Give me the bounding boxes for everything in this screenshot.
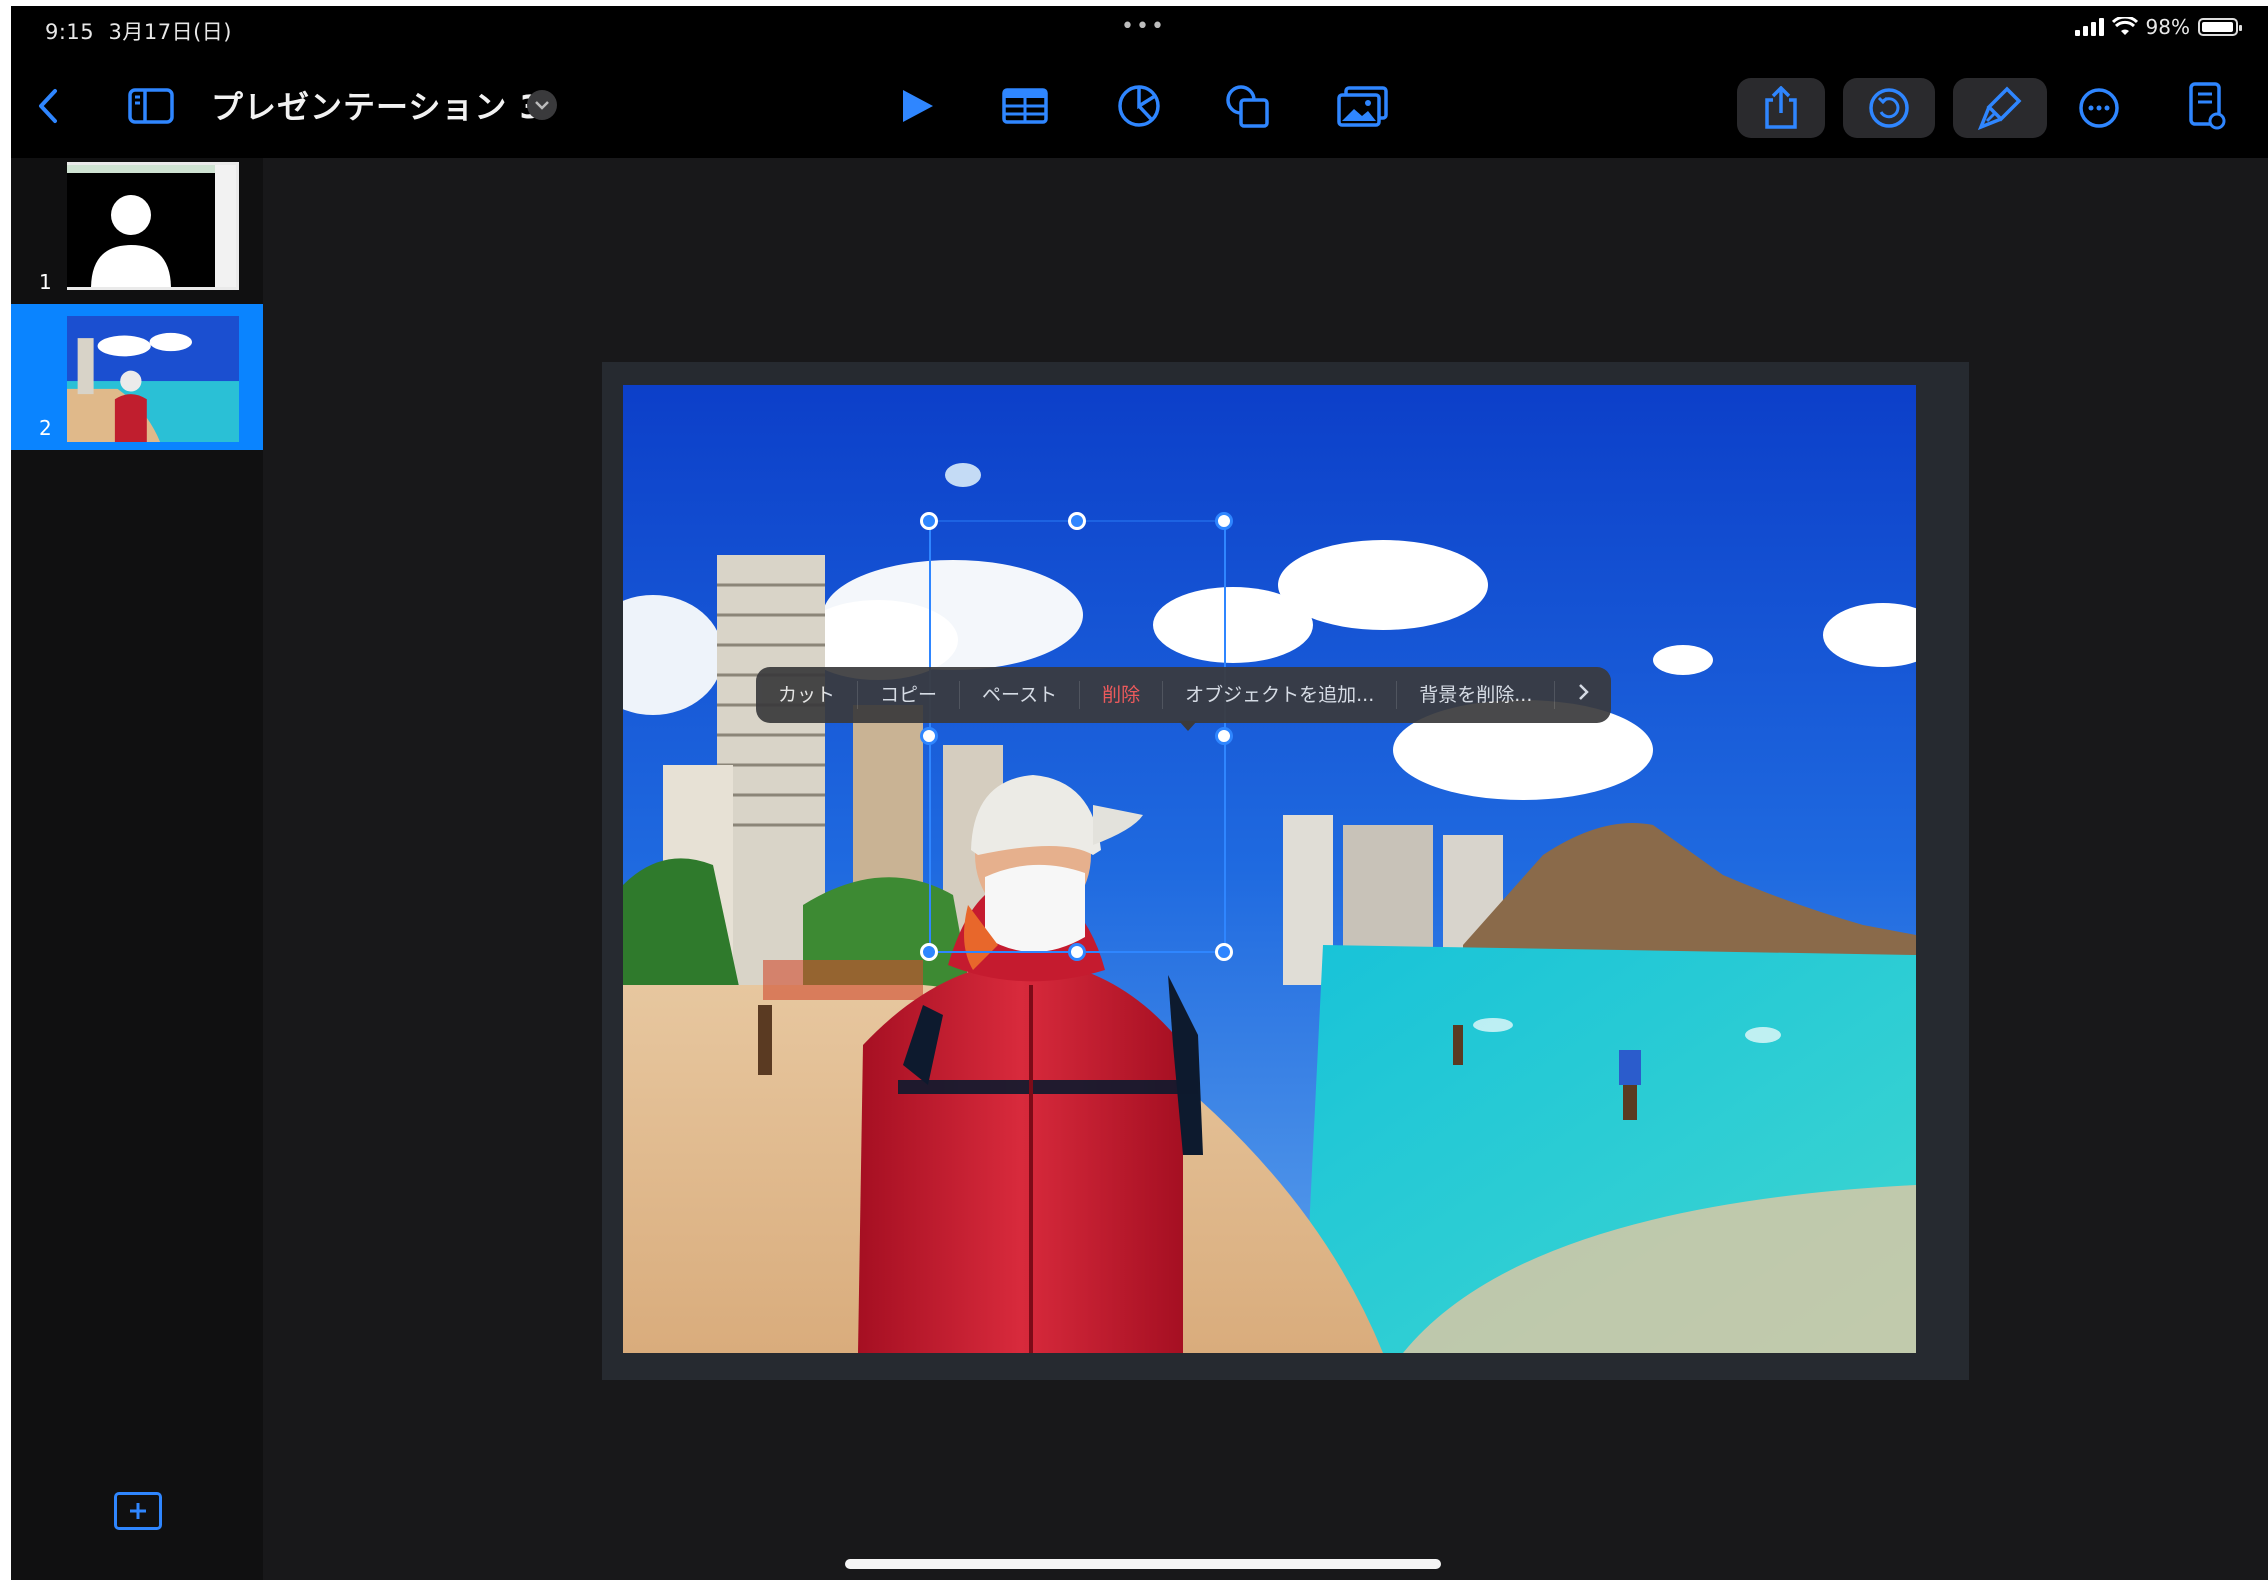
battery-icon	[2198, 18, 2242, 36]
slide-number: 1	[39, 270, 52, 294]
resize-handle-top-right[interactable]	[1215, 512, 1233, 530]
ipad-screen: 9:15 3月17日(日) ••• 98% プレゼンテーション 3 1 2 カッ…	[11, 6, 2268, 1580]
battery-percent: 98%	[2145, 15, 2190, 39]
menu-item-delete[interactable]: 削除	[1080, 681, 1164, 709]
menu-item-paste[interactable]: ペースト	[960, 681, 1081, 709]
document-title[interactable]: プレゼンテーション 3	[211, 82, 543, 128]
status-time: 9:15 3月17日(日)	[45, 16, 232, 46]
slide-1-preview	[67, 162, 239, 290]
time-text: 9:15	[45, 20, 95, 44]
play-icon[interactable]	[895, 84, 939, 128]
resize-handle-top-left[interactable]	[920, 512, 938, 530]
slide[interactable]	[602, 362, 1969, 1380]
chevron-right-icon[interactable]	[1555, 681, 1611, 709]
sidebar-icon[interactable]	[125, 84, 177, 128]
photo-illustration	[623, 385, 1916, 1353]
context-menu-pointer	[1179, 721, 1197, 731]
title-chevron-down-icon[interactable]	[527, 90, 557, 120]
slide-thumbnail-2[interactable]: 2	[11, 304, 263, 450]
wifi-icon	[2111, 17, 2138, 35]
slide-canvas[interactable]	[263, 158, 2268, 1580]
cellular-signal-icon	[2074, 18, 2104, 36]
context-menu: カット コピー ペースト 削除 オブジェクトを追加... 背景を削除...	[756, 667, 1611, 723]
add-slide-icon[interactable]	[114, 1492, 162, 1530]
beach-photo[interactable]	[623, 385, 1916, 1353]
resize-handle-bottom-right[interactable]	[1215, 943, 1233, 961]
status-bar: 9:15 3月17日(日) ••• 98%	[11, 6, 2268, 54]
shape-icon[interactable]	[1223, 82, 1275, 130]
slide-2-preview	[67, 316, 239, 442]
slide-navigator: 1 2	[11, 158, 264, 1580]
chart-icon[interactable]	[1115, 82, 1163, 130]
person-placeholder-icon	[91, 195, 171, 287]
resize-handle-bottom[interactable]	[1068, 943, 1086, 961]
menu-item-add-object[interactable]: オブジェクトを追加...	[1163, 681, 1398, 709]
table-icon[interactable]	[999, 84, 1051, 128]
slide-number: 2	[39, 416, 52, 440]
more-icon[interactable]	[2075, 84, 2123, 132]
media-icon[interactable]	[1335, 84, 1391, 128]
date-text: 3月17日(日)	[108, 20, 232, 44]
resize-handle-right[interactable]	[1215, 727, 1233, 745]
share-icon[interactable]	[1737, 78, 1825, 138]
resize-handle-left[interactable]	[920, 727, 938, 745]
status-indicators: 98%	[2074, 15, 2242, 39]
format-brush-icon[interactable]	[1953, 78, 2047, 138]
slide-thumbnail-1[interactable]: 1	[11, 158, 263, 304]
toolbar: プレゼンテーション 3	[11, 54, 2268, 158]
resize-handle-top[interactable]	[1068, 512, 1086, 530]
multitask-dots[interactable]: •••	[1121, 14, 1166, 39]
menu-item-remove-background[interactable]: 背景を削除...	[1397, 681, 1556, 709]
document-icon[interactable]	[2185, 80, 2229, 132]
menu-item-copy[interactable]: コピー	[858, 681, 961, 709]
menu-item-cut[interactable]: カット	[756, 681, 859, 709]
undo-icon[interactable]	[1843, 78, 1935, 138]
chevron-left-icon[interactable]	[33, 84, 63, 128]
home-indicator[interactable]	[845, 1559, 1441, 1569]
resize-handle-bottom-left[interactable]	[920, 943, 938, 961]
